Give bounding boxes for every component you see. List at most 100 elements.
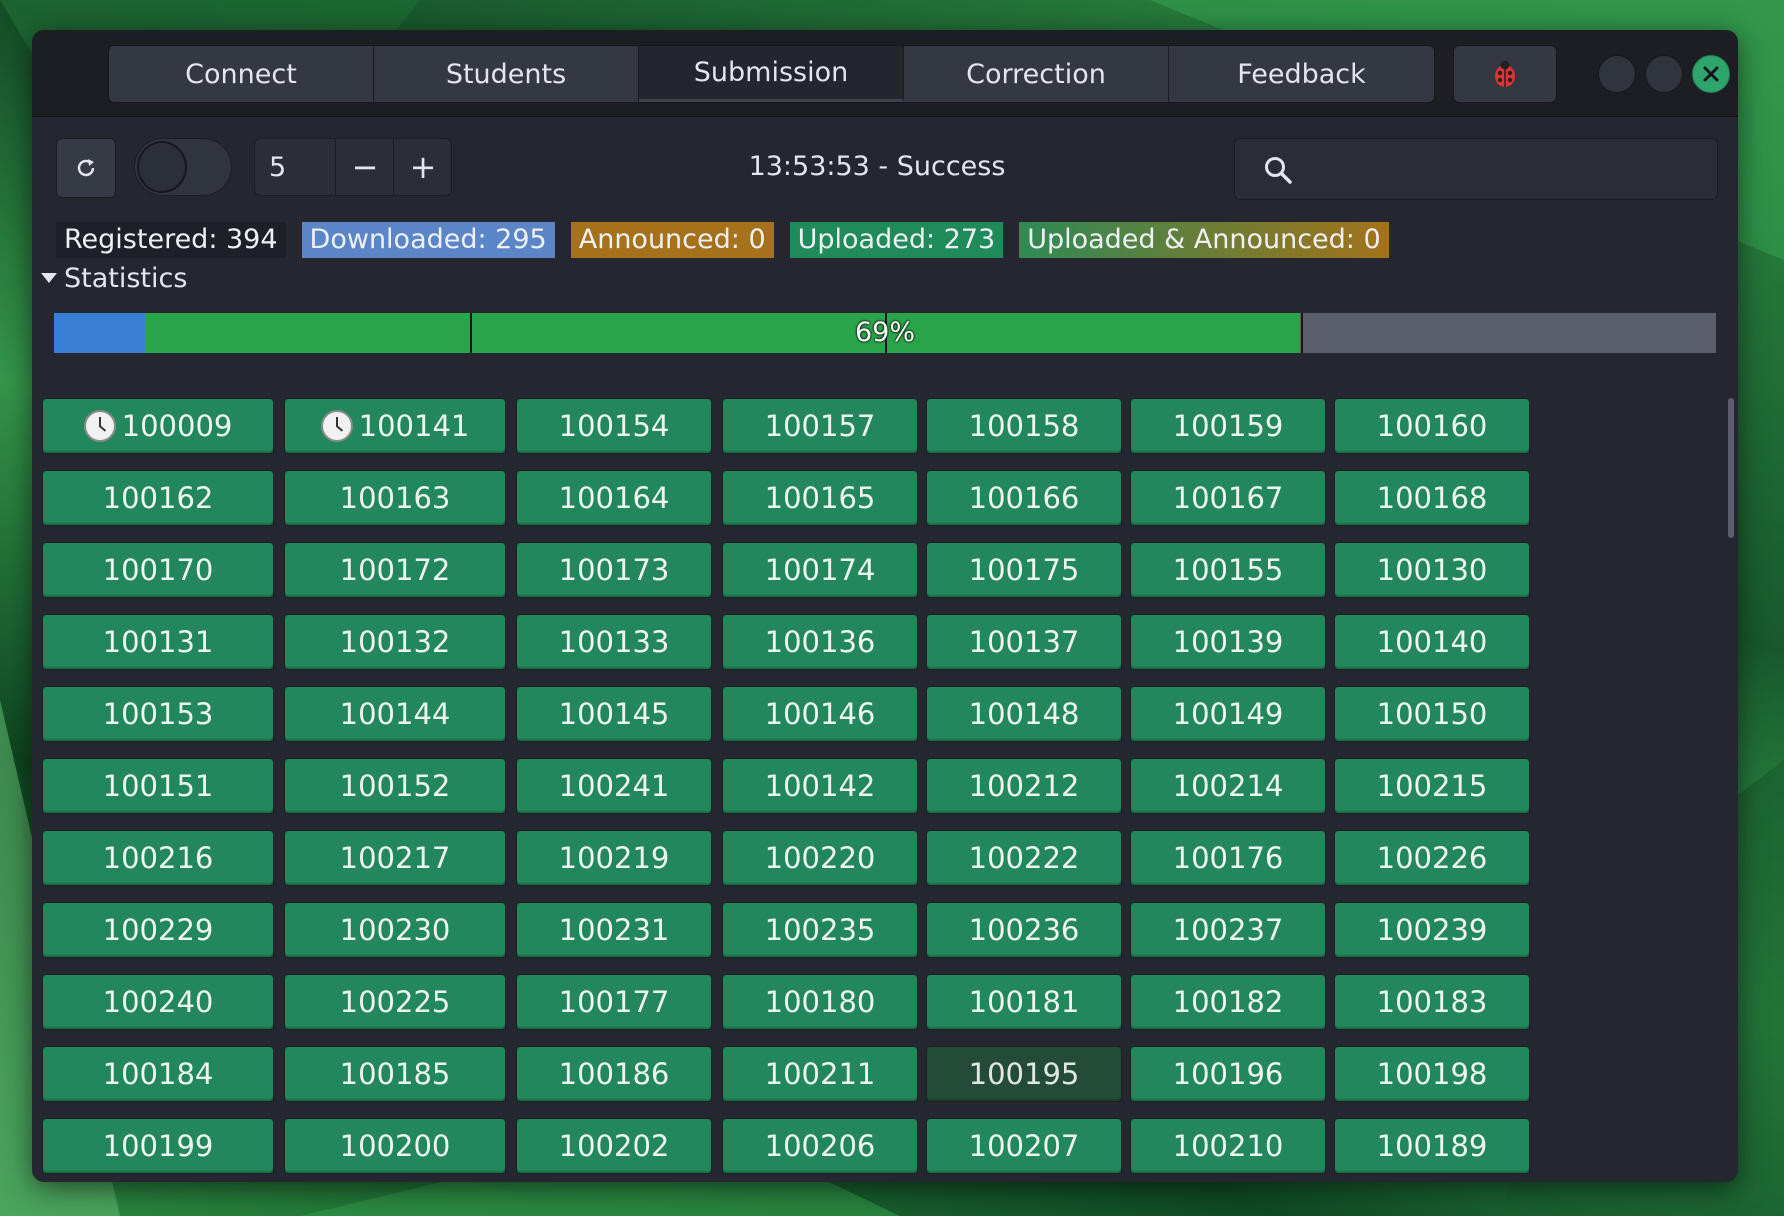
student-id: 100141 — [358, 409, 470, 443]
interval-value[interactable]: 5 — [269, 139, 286, 197]
student-button[interactable]: 100202 — [516, 1118, 712, 1174]
student-button[interactable]: 100189 — [1334, 1118, 1530, 1174]
student-button[interactable]: 100160 — [1334, 398, 1530, 454]
student-button[interactable]: 100214 — [1130, 758, 1326, 814]
student-button[interactable]: 100141 — [284, 398, 506, 454]
student-button[interactable]: 100165 — [722, 470, 918, 526]
student-button[interactable]: 100163 — [284, 470, 506, 526]
student-button[interactable]: 100153 — [42, 686, 274, 742]
student-id: 100172 — [339, 553, 451, 587]
student-button[interactable]: 100185 — [284, 1046, 506, 1102]
student-button[interactable]: 100196 — [1130, 1046, 1326, 1102]
student-button[interactable]: 100166 — [926, 470, 1122, 526]
student-button[interactable]: 100139 — [1130, 614, 1326, 670]
student-button[interactable]: 100239 — [1334, 902, 1530, 958]
student-button[interactable]: 100240 — [42, 974, 274, 1030]
student-button[interactable]: 100167 — [1130, 470, 1326, 526]
student-button[interactable]: 100198 — [1334, 1046, 1530, 1102]
student-button[interactable]: 100146 — [722, 686, 918, 742]
refresh-button[interactable] — [56, 138, 116, 198]
tab-correction[interactable]: Correction — [904, 46, 1169, 102]
student-button[interactable]: 100215 — [1334, 758, 1530, 814]
student-button[interactable]: 100158 — [926, 398, 1122, 454]
student-button[interactable]: 100237 — [1130, 902, 1326, 958]
student-button[interactable]: 100136 — [722, 614, 918, 670]
student-button[interactable]: 100130 — [1334, 542, 1530, 598]
student-button[interactable]: 100225 — [284, 974, 506, 1030]
student-button[interactable]: 100183 — [1334, 974, 1530, 1030]
student-button[interactable]: 100149 — [1130, 686, 1326, 742]
student-button[interactable]: 100231 — [516, 902, 712, 958]
student-button[interactable]: 100168 — [1334, 470, 1530, 526]
student-id: 100217 — [339, 841, 451, 875]
student-button[interactable]: 100206 — [722, 1118, 918, 1174]
student-button[interactable]: 100177 — [516, 974, 712, 1030]
maximize-button[interactable] — [1645, 55, 1683, 93]
increment-button[interactable]: + — [393, 139, 452, 195]
student-button[interactable]: 100132 — [284, 614, 506, 670]
student-button[interactable]: 100140 — [1334, 614, 1530, 670]
student-button[interactable]: 100142 — [722, 758, 918, 814]
student-button[interactable]: 100175 — [926, 542, 1122, 598]
student-button[interactable]: 100217 — [284, 830, 506, 886]
student-button[interactable]: 100220 — [722, 830, 918, 886]
student-button[interactable]: 100154 — [516, 398, 712, 454]
tab-feedback[interactable]: Feedback — [1169, 46, 1434, 102]
student-id: 100173 — [558, 553, 670, 587]
student-button[interactable]: 100172 — [284, 542, 506, 598]
student-button[interactable]: 100174 — [722, 542, 918, 598]
student-button[interactable]: 100150 — [1334, 686, 1530, 742]
scrollbar[interactable] — [1728, 398, 1734, 538]
student-button[interactable]: 100170 — [42, 542, 274, 598]
student-button[interactable]: 100131 — [42, 614, 274, 670]
student-button[interactable]: 100133 — [516, 614, 712, 670]
student-button[interactable]: 100137 — [926, 614, 1122, 670]
student-button[interactable]: 100173 — [516, 542, 712, 598]
auto-refresh-toggle[interactable] — [134, 138, 232, 196]
student-button[interactable]: 100216 — [42, 830, 274, 886]
student-button[interactable]: 100159 — [1130, 398, 1326, 454]
student-button[interactable]: 100226 — [1334, 830, 1530, 886]
student-id: 100241 — [558, 769, 670, 803]
student-button[interactable]: 100176 — [1130, 830, 1326, 886]
student-button[interactable]: 100211 — [722, 1046, 918, 1102]
student-button[interactable]: 100152 — [284, 758, 506, 814]
student-button[interactable]: 100199 — [42, 1118, 274, 1174]
student-button[interactable]: 100236 — [926, 902, 1122, 958]
debug-button[interactable] — [1453, 45, 1557, 103]
student-button[interactable]: 100148 — [926, 686, 1122, 742]
student-button[interactable]: 100186 — [516, 1046, 712, 1102]
student-button[interactable]: 100181 — [926, 974, 1122, 1030]
student-button[interactable]: 100210 — [1130, 1118, 1326, 1174]
student-id: 100009 — [121, 409, 233, 443]
student-button[interactable]: 100144 — [284, 686, 506, 742]
student-button[interactable]: 100235 — [722, 902, 918, 958]
student-button[interactable]: 100162 — [42, 470, 274, 526]
student-button[interactable]: 100230 — [284, 902, 506, 958]
student-button[interactable]: 100145 — [516, 686, 712, 742]
student-button[interactable]: 100182 — [1130, 974, 1326, 1030]
student-button[interactable]: 100151 — [42, 758, 274, 814]
student-button[interactable]: 100009 — [42, 398, 274, 454]
student-button[interactable]: 100155 — [1130, 542, 1326, 598]
student-button[interactable]: 100219 — [516, 830, 712, 886]
student-button[interactable]: 100180 — [722, 974, 918, 1030]
student-button[interactable]: 100200 — [284, 1118, 506, 1174]
close-button[interactable] — [1692, 55, 1730, 93]
search-input[interactable] — [1307, 145, 1707, 195]
statistics-expander[interactable]: Statistics — [40, 260, 187, 296]
student-button[interactable]: 100207 — [926, 1118, 1122, 1174]
decrement-button[interactable]: − — [335, 139, 394, 195]
student-button[interactable]: 100212 — [926, 758, 1122, 814]
student-button[interactable]: 100241 — [516, 758, 712, 814]
tab-submission[interactable]: Submission — [639, 46, 904, 102]
student-button[interactable]: 100164 — [516, 470, 712, 526]
tab-students[interactable]: Students — [374, 46, 639, 102]
minimize-button[interactable] — [1598, 55, 1636, 93]
student-button[interactable]: 100157 — [722, 398, 918, 454]
student-button[interactable]: 100195 — [926, 1046, 1122, 1102]
student-button[interactable]: 100229 — [42, 902, 274, 958]
tab-connect[interactable]: Connect — [109, 46, 374, 102]
student-button[interactable]: 100184 — [42, 1046, 274, 1102]
student-button[interactable]: 100222 — [926, 830, 1122, 886]
